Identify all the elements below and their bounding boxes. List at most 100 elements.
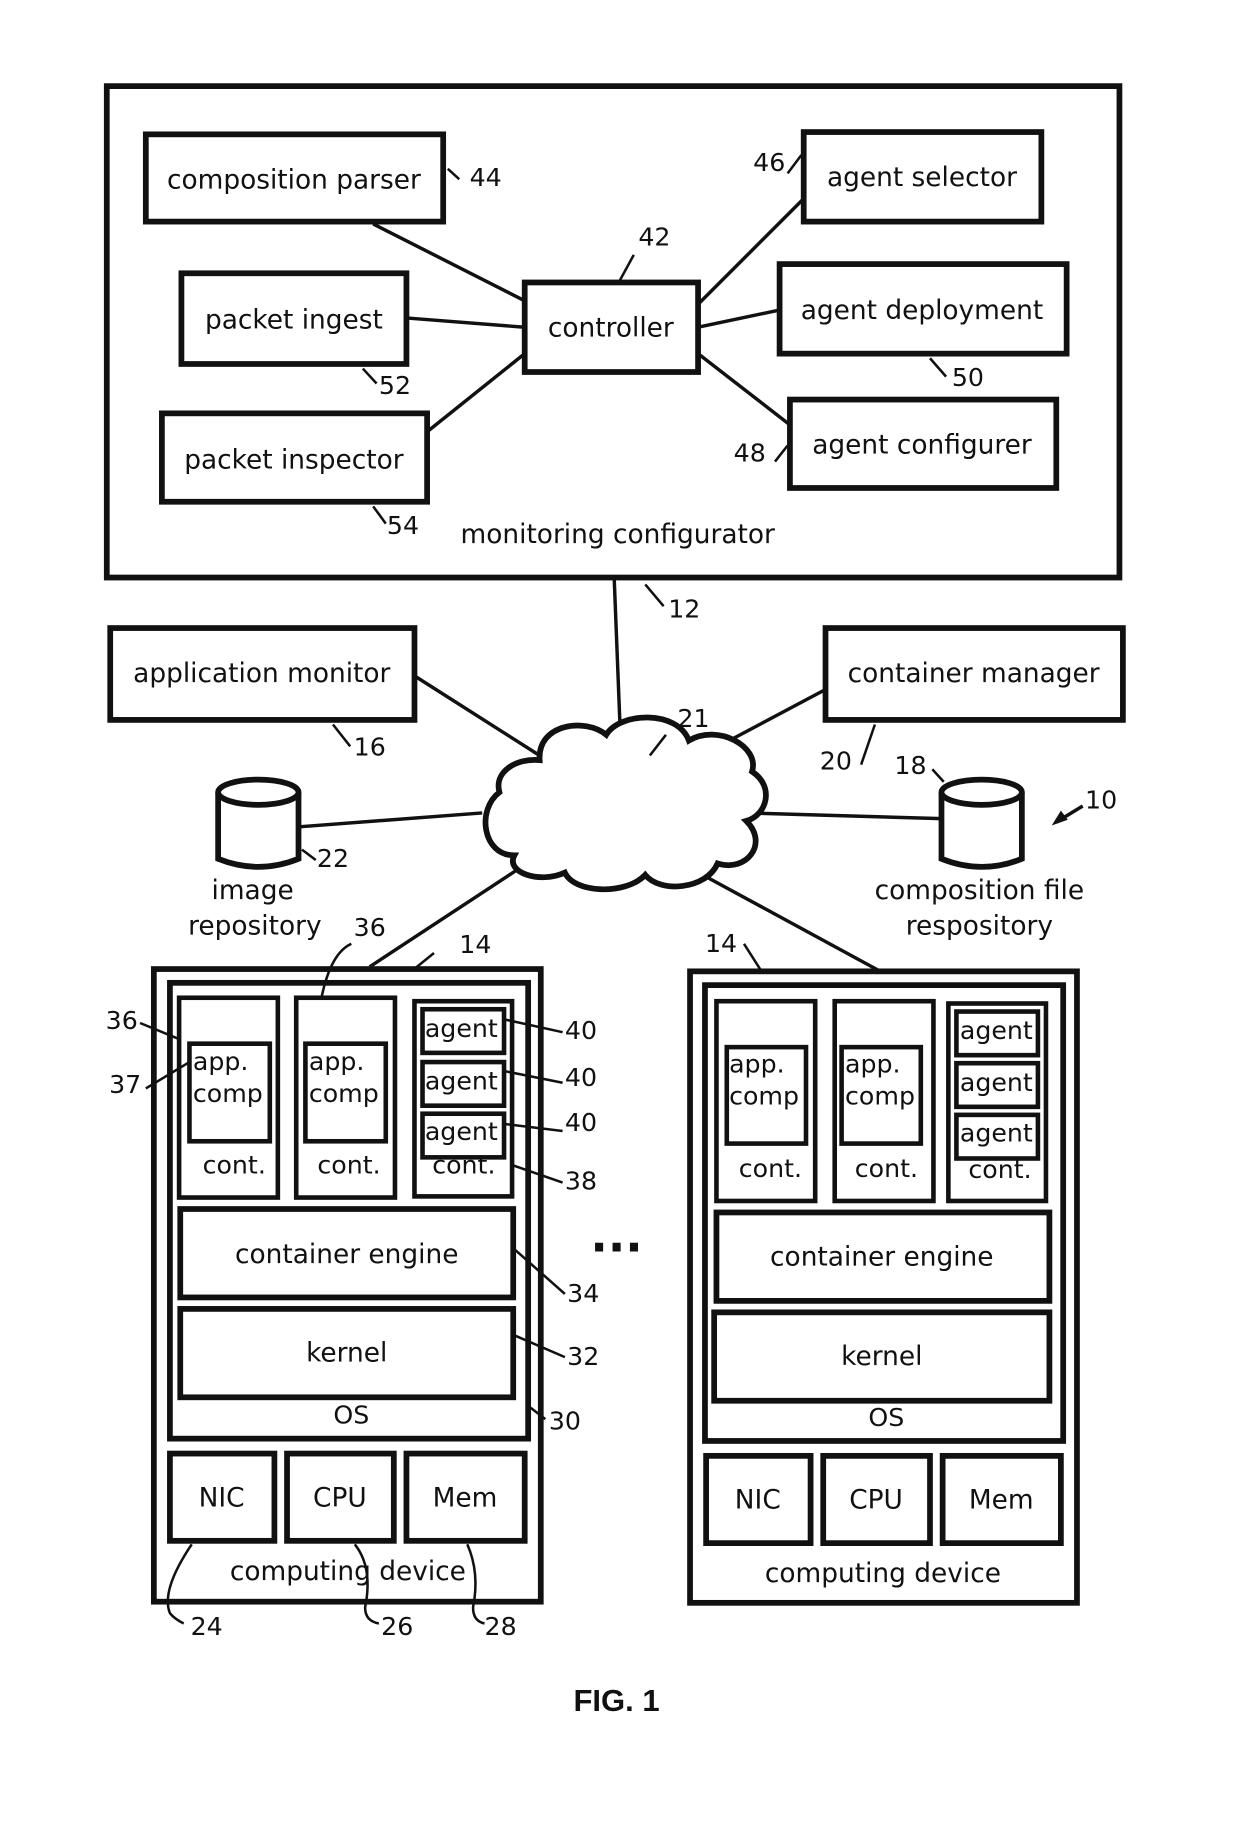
svg-text:Mem: Mem — [433, 1482, 498, 1513]
container-3: agent agent agent cont. — [412, 998, 515, 1199]
ref-14: 14 — [459, 930, 491, 959]
svg-text:cont.: cont. — [855, 1154, 918, 1183]
svg-text:NIC: NIC — [199, 1482, 245, 1513]
ref-40a: 40 — [565, 1016, 597, 1045]
svg-text:cont.: cont. — [739, 1154, 802, 1183]
svg-text:agent: agent — [960, 1016, 1033, 1045]
svg-text:agent: agent — [425, 1117, 498, 1146]
svg-text:cont.: cont. — [203, 1150, 266, 1179]
svg-text:application monitor: application monitor — [133, 658, 390, 689]
ref-52: 52 — [379, 371, 411, 400]
ref-42: 42 — [638, 223, 670, 252]
container-1: app. comp cont. — [176, 995, 281, 1200]
svg-text:agent: agent — [960, 1068, 1033, 1097]
ref-36a: 36 — [106, 1006, 138, 1035]
monitoring-configurator: monitoring configurator composition pars… — [103, 83, 1123, 581]
svg-text:kernel: kernel — [306, 1338, 387, 1369]
database-icon — [938, 776, 1025, 870]
system-diagram: monitoring configurator composition pars… — [103, 83, 1126, 1718]
ref-40b: 40 — [565, 1063, 597, 1092]
network-cloud: 21 — [482, 704, 769, 893]
svg-text:Mem: Mem — [969, 1485, 1034, 1516]
container-2: app. comp cont. — [293, 995, 398, 1200]
svg-text:cont.: cont. — [432, 1150, 495, 1179]
svg-text:agent selector: agent selector — [827, 162, 1017, 193]
computing-device-1: 14 OS 30 app. comp cont. app. comp cont.… — [106, 913, 600, 1641]
ref-54: 54 — [387, 511, 419, 540]
svg-text:app.: app. — [729, 1049, 785, 1078]
ref-44: 44 — [470, 163, 502, 192]
container-3: agent agent agent cont. — [946, 1001, 1049, 1204]
svg-text:repository: repository — [188, 911, 321, 942]
container-1: app. comp cont. — [714, 998, 818, 1204]
svg-text:composition parser: composition parser — [167, 164, 421, 195]
svg-text:packet ingest: packet ingest — [205, 304, 383, 335]
link-configurator-network — [612, 579, 622, 726]
svg-text:agent: agent — [960, 1118, 1033, 1147]
ref-26: 26 — [381, 1612, 413, 1641]
ref-21: 21 — [677, 704, 709, 733]
svg-text:cont.: cont. — [968, 1155, 1031, 1184]
composition-file-repository: 18 composition file respository — [875, 751, 1084, 942]
svg-text:comp: comp — [845, 1082, 915, 1111]
svg-text:app.: app. — [845, 1049, 901, 1078]
ref-16: 16 — [354, 733, 386, 762]
os-label: OS — [868, 1403, 904, 1432]
application-monitor: application monitor 16 — [107, 625, 418, 762]
computing-device-2: 14 OS app. comp cont. app. comp cont. ag… — [687, 929, 1080, 1606]
ref-24: 24 — [191, 1612, 223, 1641]
ref-32: 32 — [567, 1342, 599, 1371]
ref-46: 46 — [753, 148, 785, 177]
ref-40c: 40 — [565, 1108, 597, 1137]
svg-text:NIC: NIC — [735, 1485, 781, 1516]
svg-text:respository: respository — [906, 911, 1053, 942]
svg-text:comp: comp — [309, 1079, 379, 1108]
svg-text:container engine: container engine — [770, 1241, 993, 1272]
ref-22: 22 — [317, 844, 349, 873]
container-manager: container manager 20 — [820, 625, 1126, 775]
link-imagerepo-network — [300, 811, 483, 829]
svg-text:app.: app. — [309, 1047, 365, 1076]
svg-text:agent: agent — [425, 1014, 498, 1043]
svg-text:container engine: container engine — [235, 1239, 458, 1270]
svg-text:composition file: composition file — [875, 875, 1084, 906]
link-appmonitor-network — [412, 673, 541, 757]
svg-text:agent: agent — [425, 1067, 498, 1096]
ref-14b: 14 — [705, 929, 737, 958]
ref-10: 10 — [1085, 785, 1117, 814]
database-icon — [215, 776, 302, 870]
monitoring-configurator-label: monitoring configurator — [461, 519, 775, 550]
ref-38: 38 — [565, 1167, 597, 1196]
svg-text:packet inspector: packet inspector — [184, 444, 404, 475]
svg-text:app.: app. — [193, 1047, 249, 1076]
svg-text:controller: controller — [548, 312, 674, 343]
ref-30: 30 — [549, 1406, 581, 1435]
ref-12: 12 — [668, 595, 700, 624]
link-network-device1 — [368, 857, 535, 969]
computing-device-label: computing device — [230, 1556, 466, 1587]
svg-text:CPU: CPU — [313, 1482, 367, 1513]
svg-text:container manager: container manager — [848, 658, 1100, 689]
image-repository: 22 image repository — [188, 776, 349, 942]
ref-20: 20 — [820, 746, 852, 775]
ref-50: 50 — [952, 363, 984, 392]
figure-label: FIG. 1 — [573, 1683, 659, 1718]
system-ref: 10 — [1051, 785, 1117, 826]
ref-37: 37 — [109, 1070, 141, 1099]
svg-text:cont.: cont. — [317, 1150, 380, 1179]
ref-28: 28 — [485, 1612, 517, 1641]
svg-text:kernel: kernel — [841, 1341, 922, 1372]
svg-text:agent deployment: agent deployment — [801, 295, 1043, 326]
ref-36b: 36 — [354, 913, 386, 942]
svg-text:agent configurer: agent configurer — [812, 430, 1032, 461]
svg-text:comp: comp — [193, 1079, 263, 1108]
svg-text:comp: comp — [729, 1082, 799, 1111]
container-2: app. comp cont. — [832, 998, 936, 1204]
cloud-icon — [482, 714, 769, 893]
os-label: OS — [333, 1401, 369, 1430]
computing-device-label: computing device — [765, 1558, 1001, 1589]
ref-34: 34 — [567, 1279, 599, 1308]
ref-18: 18 — [894, 751, 926, 780]
link-compositionrepo-network — [746, 811, 942, 821]
svg-text:image: image — [211, 875, 293, 906]
